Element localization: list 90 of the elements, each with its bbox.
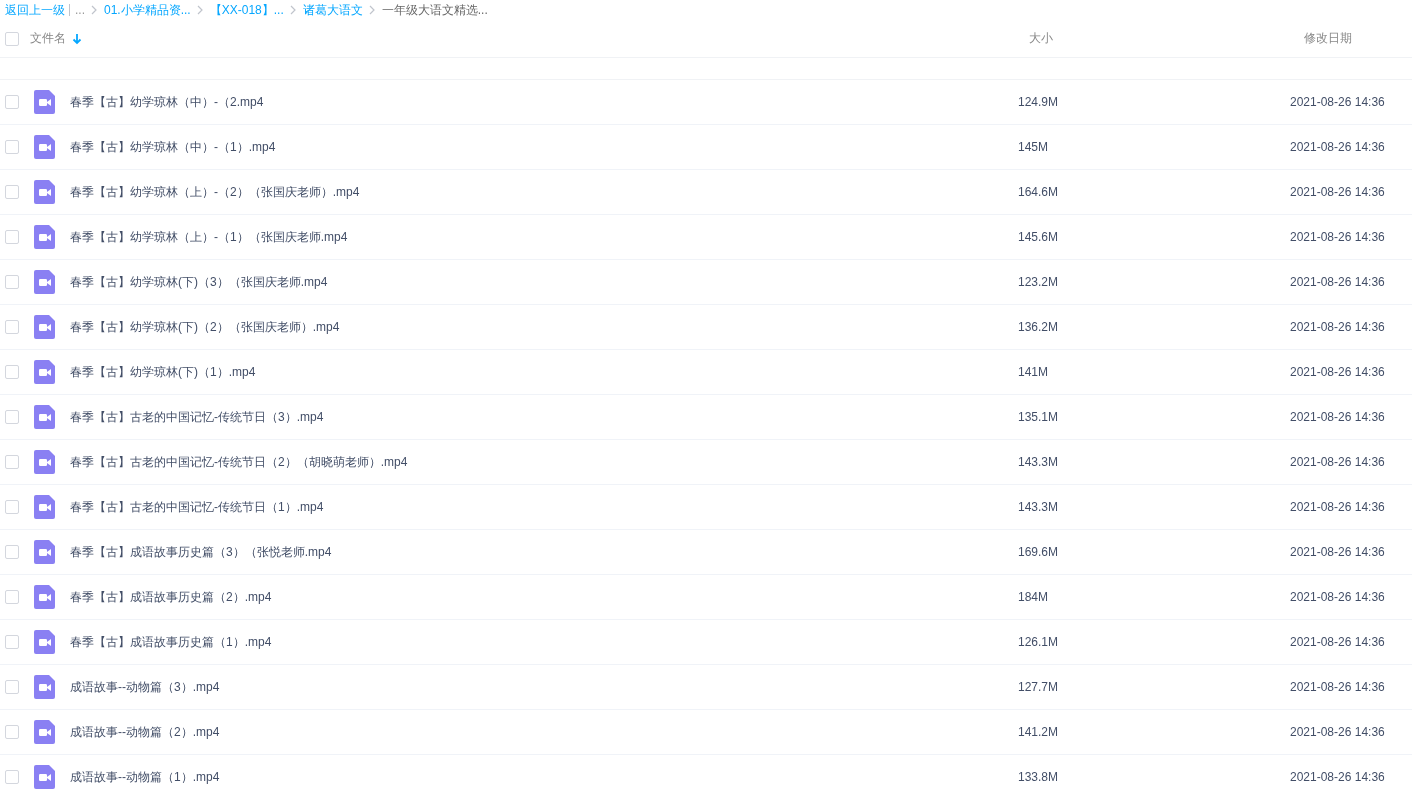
current-folder-label: 一年级大语文精选... xyxy=(381,1,488,19)
file-name[interactable]: 春季【古】幼学琼林(下)（3）（张国庆老师.mp4 xyxy=(70,274,328,289)
file-name[interactable]: 春季【古】幼学琼林（中）-（2.mp4 xyxy=(70,94,264,109)
modified-date: 2021-08-26 14:36 xyxy=(1290,455,1385,469)
file-size: 126.1M xyxy=(1018,635,1059,649)
video-file-icon xyxy=(34,180,55,204)
file-size: 135.1M xyxy=(1018,410,1059,424)
modified-date: 2021-08-26 14:36 xyxy=(1290,635,1385,649)
video-file-icon xyxy=(34,90,55,114)
column-header[interactable]: 大小 xyxy=(1029,30,1053,47)
file-size: 143.3M xyxy=(1018,455,1059,469)
checkbox[interactable] xyxy=(5,320,19,334)
file-name[interactable]: 成语故事--动物篇（2）.mp4 xyxy=(70,724,220,739)
column-header[interactable]: 文件名 xyxy=(30,30,66,47)
modified-date: 2021-08-26 14:36 xyxy=(1290,320,1385,334)
checkbox[interactable] xyxy=(5,680,19,694)
file-name[interactable]: 春季【古】幼学琼林(下)（2）（张国庆老师）.mp4 xyxy=(70,319,340,334)
file-name[interactable]: 春季【古】幼学琼林(下)（1）.mp4 xyxy=(70,364,256,379)
file-name[interactable]: 春季【古】幼学琼林（中）-（1）.mp4 xyxy=(70,139,276,154)
file-name[interactable]: 春季【古】幼学琼林（上）-（2）（张国庆老师）.mp4 xyxy=(70,184,360,199)
modified-date: 2021-08-26 14:36 xyxy=(1290,725,1385,739)
checkbox[interactable] xyxy=(5,635,19,649)
file-name[interactable]: 成语故事--动物篇（3）.mp4 xyxy=(70,679,220,694)
checkbox[interactable] xyxy=(5,725,19,739)
checkbox[interactable] xyxy=(5,31,19,46)
video-file-icon xyxy=(34,540,55,564)
modified-date: 2021-08-26 14:36 xyxy=(1290,680,1385,694)
video-file-icon xyxy=(34,765,55,789)
chevron-icon xyxy=(289,5,297,15)
checkbox[interactable] xyxy=(5,770,19,784)
video-file-icon xyxy=(34,675,55,699)
file-name[interactable]: 春季【古】成语故事历史篇（2）.mp4 xyxy=(70,589,272,604)
video-file-icon xyxy=(34,585,55,609)
checkbox[interactable] xyxy=(5,230,19,244)
checkbox[interactable] xyxy=(5,365,19,379)
video-file-icon xyxy=(34,315,55,339)
checkbox[interactable] xyxy=(5,590,19,604)
file-name[interactable]: 春季【古】成语故事历史篇（1）.mp4 xyxy=(70,634,272,649)
file-size: 133.8M xyxy=(1018,770,1059,784)
file-size: 169.6M xyxy=(1018,545,1059,559)
file-name[interactable]: 春季【古】古老的中国记忆-传统节日（3）.mp4 xyxy=(70,409,324,424)
checkbox[interactable] xyxy=(5,275,19,289)
modified-date: 2021-08-26 14:36 xyxy=(1290,770,1385,784)
modified-date: 2021-08-26 14:36 xyxy=(1290,500,1385,514)
modified-date: 2021-08-26 14:36 xyxy=(1290,590,1385,604)
checkbox[interactable] xyxy=(5,410,19,424)
video-file-icon xyxy=(34,495,55,519)
video-file-icon xyxy=(34,225,55,249)
file-name[interactable]: 春季【古】古老的中国记忆-传统节日（2）（胡晓萌老师）.mp4 xyxy=(70,454,408,469)
modified-date: 2021-08-26 14:36 xyxy=(1290,140,1385,154)
modified-date: 2021-08-26 14:36 xyxy=(1290,410,1385,424)
sort-down-arrow-icon xyxy=(72,32,82,45)
file-size: 127.7M xyxy=(1018,680,1059,694)
file-size: 145.6M xyxy=(1018,230,1059,244)
modified-date: 2021-08-26 14:36 xyxy=(1290,365,1385,379)
video-file-icon xyxy=(34,405,55,429)
video-file-icon xyxy=(34,630,55,654)
video-file-icon xyxy=(34,135,55,159)
modified-date: 2021-08-26 14:36 xyxy=(1290,275,1385,289)
modified-date: 2021-08-26 14:36 xyxy=(1290,185,1385,199)
checkbox[interactable] xyxy=(5,455,19,469)
checkbox[interactable] xyxy=(5,95,19,109)
file-name[interactable]: 春季【古】古老的中国记忆-传统节日（1）.mp4 xyxy=(70,499,324,514)
file-size: 141.2M xyxy=(1018,725,1059,739)
modified-date: 2021-08-26 14:36 xyxy=(1290,230,1385,244)
file-name[interactable]: 成语故事--动物篇（1）.mp4 xyxy=(70,769,220,784)
checkbox[interactable] xyxy=(5,140,19,154)
file-size: 164.6M xyxy=(1018,185,1059,199)
file-size: 136.2M xyxy=(1018,320,1059,334)
file-name[interactable]: 春季【古】幼学琼林（上）-（1）（张国庆老师.mp4 xyxy=(70,229,348,244)
file-size: 184M xyxy=(1018,590,1049,604)
video-file-icon xyxy=(34,360,55,384)
modified-date: 2021-08-26 14:36 xyxy=(1290,95,1385,109)
file-size: 124.9M xyxy=(1018,95,1059,109)
file-size: 143.3M xyxy=(1018,500,1059,514)
video-file-icon xyxy=(34,270,55,294)
checkbox[interactable] xyxy=(5,185,19,199)
file-name[interactable]: 春季【古】成语故事历史篇（3）（张悦老师.mp4 xyxy=(70,544,332,559)
modified-date: 2021-08-26 14:36 xyxy=(1290,545,1385,559)
checkbox[interactable] xyxy=(5,545,19,559)
file-size: 123.2M xyxy=(1018,275,1059,289)
chevron-icon xyxy=(196,5,204,15)
column-header[interactable]: 修改日期 xyxy=(1304,30,1352,47)
file-size: 141M xyxy=(1018,365,1049,379)
file-size: 145M xyxy=(1018,140,1049,154)
chevron-icon xyxy=(368,5,376,15)
checkbox[interactable] xyxy=(5,500,19,514)
chevron-icon xyxy=(91,5,98,15)
video-file-icon xyxy=(34,720,55,744)
video-file-icon xyxy=(34,450,55,474)
